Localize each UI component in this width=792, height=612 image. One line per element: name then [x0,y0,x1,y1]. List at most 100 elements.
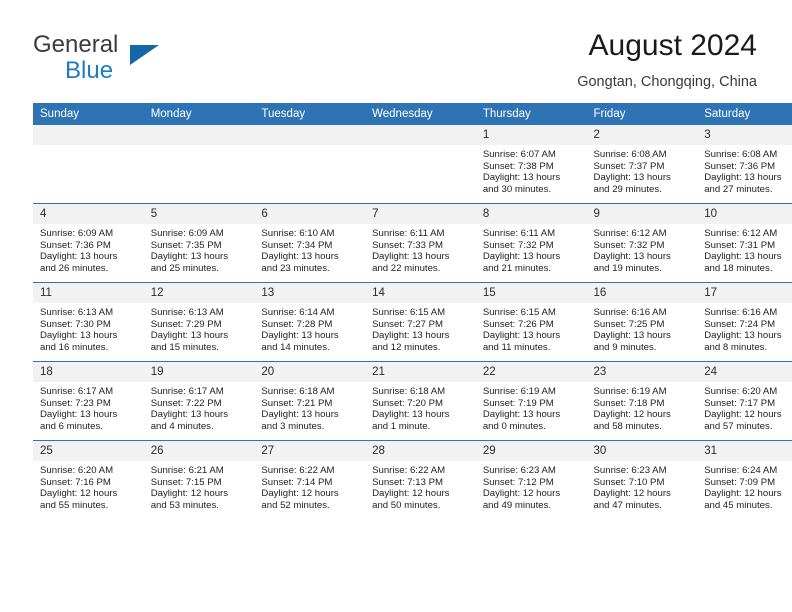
day-number: 27 [254,441,366,461]
day-details: Sunrise: 6:22 AM Sunset: 7:14 PM Daylight:… [254,461,365,511]
sunset-text: Sunset: 7:10 PM [593,476,665,488]
day-number: 26 [143,441,255,461]
calendar-day-cell[interactable]: 15 Sunrise: 6:15 AM Sunset: 7:26 PM Dayligh… [475,282,587,362]
sunrise-text: Sunrise: 6:21 AM [150,465,224,476]
calendar-day-cell[interactable]: 16 Sunrise: 6:16 AM Sunset: 7:25 PM Dayligh… [586,282,698,362]
sunrise-text: Sunrise: 6:18 AM [372,386,446,397]
sunset-text: Sunset: 7:32 PM [482,239,554,251]
weekday-header-tuesday: Tuesday [254,103,366,125]
sunrise-text: Sunrise: 6:09 AM [150,228,224,239]
sunset-text: Sunset: 7:32 PM [593,239,665,251]
daylight-text-line2: and 53 minutes. [150,499,219,511]
sunrise-text: Sunrise: 6:13 AM [40,307,114,318]
daylight-text-line1: Daylight: 12 hours [704,409,782,421]
calendar-day-cell[interactable]: 7 Sunrise: 6:11 AM Sunset: 7:33 PM Daylight… [365,203,476,283]
daylight-text-line1: Daylight: 13 hours [150,251,229,263]
day-number: 31 [697,441,792,461]
sunrise-text: Sunrise: 6:15 AM [482,307,556,318]
calendar-day-cell[interactable]: 1 Sunrise: 6:07 AM Sunset: 7:38 PM Daylight… [475,125,587,204]
daylight-text-line1: Daylight: 13 hours [372,251,450,263]
day-details: Sunrise: 6:11 AM Sunset: 7:32 PM Daylight:… [476,224,587,274]
day-number: 9 [586,204,698,224]
day-number: 21 [365,362,476,382]
day-details: Sunrise: 6:08 AM Sunset: 7:36 PM Daylight:… [697,145,792,195]
day-details: Sunrise: 6:19 AM Sunset: 7:19 PM Daylight:… [476,382,587,432]
calendar-day-cell[interactable]: 19 Sunrise: 6:17 AM Sunset: 7:22 PM Dayligh… [143,361,255,441]
sunrise-text: Sunrise: 6:11 AM [372,228,445,239]
calendar-head: Sunday Monday Tuesday Wednesday Thursday Frid… [33,103,792,125]
sunrise-text: Sunrise: 6:15 AM [372,307,446,318]
sunrise-text: Sunrise: 6:22 AM [261,465,335,476]
brand-name-general: General [33,31,119,58]
daylight-text-line2: and 19 minutes. [593,262,662,274]
sunrise-text: Sunrise: 6:16 AM [593,307,667,318]
sunset-text: Sunset: 7:27 PM [372,318,444,330]
calendar-day-cell[interactable]: 22 Sunrise: 6:19 AM Sunset: 7:19 PM Dayligh… [475,361,587,441]
sunset-text: Sunset: 7:28 PM [261,318,333,330]
calendar-day-cell[interactable]: 21 Sunrise: 6:18 AM Sunset: 7:20 PM Dayligh… [365,361,476,441]
calendar-day-cell[interactable]: 25 Sunrise: 6:20 AM Sunset: 7:16 PM Dayligh… [33,440,144,519]
daylight-text-line1: Daylight: 13 hours [482,172,561,184]
sunrise-text: Sunrise: 6:18 AM [261,386,335,397]
day-details: Sunrise: 6:13 AM Sunset: 7:30 PM Daylight:… [33,303,144,353]
sunrise-text: Sunrise: 6:09 AM [40,228,114,239]
calendar-day-cell[interactable]: 27 Sunrise: 6:22 AM Sunset: 7:14 PM Dayligh… [254,440,366,519]
daylight-text-line1: Daylight: 13 hours [593,172,671,184]
day-details: Sunrise: 6:17 AM Sunset: 7:23 PM Daylight:… [33,382,144,432]
calendar-day-cell[interactable]: 2 Sunrise: 6:08 AM Sunset: 7:37 PM Daylight… [586,125,698,204]
day-number: 15 [475,283,587,303]
daylight-text-line1: Daylight: 13 hours [482,409,561,421]
sunset-text: Sunset: 7:31 PM [704,239,776,251]
daylight-text-line1: Daylight: 12 hours [150,488,229,500]
brand-logo[interactable]: General Blue [33,32,233,88]
calendar-day-cell[interactable]: 18 Sunrise: 6:17 AM Sunset: 7:23 PM Dayligh… [33,361,144,441]
day-details: Sunrise: 6:20 AM Sunset: 7:17 PM Daylight:… [697,382,792,432]
day-number: 23 [586,362,698,382]
calendar-day-cell[interactable]: 24 Sunrise: 6:20 AM Sunset: 7:17 PM Dayligh… [697,361,792,441]
sunset-text: Sunset: 7:38 PM [482,160,554,172]
day-number: 22 [475,362,587,382]
calendar-day-cell[interactable]: 10 Sunrise: 6:12 AM Sunset: 7:31 PM Dayligh… [697,203,792,283]
calendar-day-cell[interactable]: 4 Sunrise: 6:09 AM Sunset: 7:36 PM Daylight… [33,203,144,283]
calendar-day-cell[interactable]: 14 Sunrise: 6:15 AM Sunset: 7:27 PM Dayligh… [365,282,476,362]
day-details [365,145,476,149]
day-details: Sunrise: 6:19 AM Sunset: 7:18 PM Daylight:… [587,382,698,432]
daylight-text-line1: Daylight: 13 hours [704,172,782,184]
daylight-text-line1: Daylight: 12 hours [704,488,782,500]
sunrise-text: Sunrise: 6:12 AM [593,228,667,239]
daylight-text-line2: and 21 minutes. [482,262,552,274]
calendar-day-cell[interactable]: 23 Sunrise: 6:19 AM Sunset: 7:18 PM Dayligh… [586,361,698,441]
day-number: 18 [33,362,144,382]
day-details: Sunrise: 6:23 AM Sunset: 7:10 PM Daylight:… [587,461,698,511]
sunset-text: Sunset: 7:36 PM [40,239,111,251]
calendar-day-cell[interactable]: 6 Sunrise: 6:10 AM Sunset: 7:34 PM Daylight… [254,203,366,283]
day-details: Sunrise: 6:15 AM Sunset: 7:27 PM Daylight:… [365,303,476,353]
day-number: 6 [254,204,366,224]
calendar-day-cell[interactable]: 5 Sunrise: 6:09 AM Sunset: 7:35 PM Daylight… [143,203,255,283]
calendar-day-cell[interactable]: 30 Sunrise: 6:23 AM Sunset: 7:10 PM Dayligh… [586,440,698,519]
calendar-day-cell[interactable]: 11 Sunrise: 6:13 AM Sunset: 7:30 PM Dayligh… [33,282,144,362]
calendar-day-cell[interactable]: 3 Sunrise: 6:08 AM Sunset: 7:36 PM Daylight… [697,125,792,204]
calendar-day-cell[interactable]: 20 Sunrise: 6:18 AM Sunset: 7:21 PM Dayligh… [254,361,366,441]
day-number [33,125,144,145]
calendar-day-cell[interactable]: 12 Sunrise: 6:13 AM Sunset: 7:29 PM Dayligh… [143,282,255,362]
day-details: Sunrise: 6:16 AM Sunset: 7:25 PM Daylight:… [587,303,698,353]
calendar-day-cell[interactable]: 9 Sunrise: 6:12 AM Sunset: 7:32 PM Daylight… [586,203,698,283]
sunrise-text: Sunrise: 6:07 AM [482,149,556,160]
calendar-week-row: 1 Sunrise: 6:07 AM Sunset: 7:38 PM Daylight… [33,125,792,204]
daylight-text-line2: and 58 minutes. [593,420,662,432]
calendar-day-cell[interactable]: 31 Sunrise: 6:24 AM Sunset: 7:09 PM Dayligh… [697,440,792,519]
calendar-day-cell[interactable]: 8 Sunrise: 6:11 AM Sunset: 7:32 PM Daylight… [475,203,587,283]
daylight-text-line2: and 26 minutes. [40,262,109,274]
calendar-day-cell[interactable]: 28 Sunrise: 6:22 AM Sunset: 7:13 PM Dayligh… [365,440,476,519]
sunset-text: Sunset: 7:19 PM [482,397,554,409]
day-details: Sunrise: 6:14 AM Sunset: 7:28 PM Daylight:… [254,303,365,353]
day-details: Sunrise: 6:07 AM Sunset: 7:38 PM Daylight:… [476,145,587,195]
calendar-day-cell[interactable]: 13 Sunrise: 6:14 AM Sunset: 7:28 PM Dayligh… [254,282,366,362]
calendar-day-cell[interactable]: 26 Sunrise: 6:21 AM Sunset: 7:15 PM Dayligh… [143,440,255,519]
daylight-text-line2: and 3 minutes. [261,420,325,432]
daylight-text-line2: and 30 minutes. [482,183,552,195]
daylight-text-line2: and 22 minutes. [372,262,441,274]
calendar-day-cell[interactable]: 17 Sunrise: 6:16 AM Sunset: 7:24 PM Dayligh… [697,282,792,362]
calendar-day-cell[interactable]: 29 Sunrise: 6:23 AM Sunset: 7:12 PM Dayligh… [475,440,587,519]
